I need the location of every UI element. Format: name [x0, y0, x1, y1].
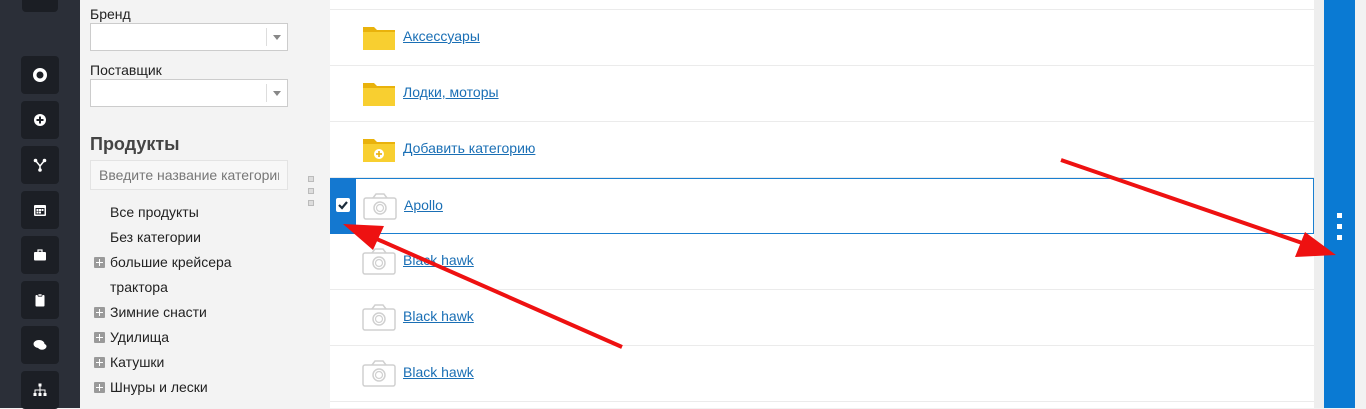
panel-resize-handle[interactable]	[308, 176, 314, 212]
add-button[interactable]	[21, 101, 59, 139]
camera-icon	[362, 248, 396, 275]
structure-button[interactable]	[21, 371, 59, 409]
category-item[interactable]: Удилища	[94, 325, 304, 350]
category-link[interactable]: Аксессуары	[403, 28, 480, 44]
expand-icon[interactable]	[94, 357, 105, 368]
handle-dot	[1337, 235, 1342, 240]
camera-icon	[362, 304, 396, 331]
side-panel-toggle[interactable]	[1324, 0, 1355, 408]
handle-dot	[1337, 213, 1342, 218]
row-checkbox[interactable]	[336, 198, 350, 212]
sitemap-icon	[33, 383, 47, 396]
product-list: Аксессуары Лодки, моторы Добавить катего…	[330, 0, 1314, 408]
expand-icon[interactable]	[94, 307, 105, 318]
chevron-down-icon	[273, 91, 281, 96]
expand-icon[interactable]	[94, 382, 105, 393]
category-item[interactable]: большие крейсера	[94, 250, 304, 275]
add-category-link[interactable]: Добавить категорию	[403, 140, 535, 156]
chat-icon	[33, 340, 47, 350]
calendar-button[interactable]	[21, 191, 59, 229]
plus-circle-icon	[34, 114, 46, 126]
supplier-select[interactable]	[90, 79, 288, 107]
camera-icon	[363, 193, 397, 220]
list-row[interactable]: Black hawk	[330, 346, 1314, 402]
briefcase-icon	[34, 249, 46, 261]
products-title: Продукты	[90, 134, 180, 154]
portfolio-button[interactable]	[21, 236, 59, 274]
supplier-label: Поставщик	[90, 62, 162, 78]
product-link[interactable]: Black hawk	[403, 364, 474, 380]
messages-button[interactable]	[21, 326, 59, 364]
selection-strip	[330, 178, 356, 234]
product-link[interactable]: Black hawk	[403, 252, 474, 268]
list-row[interactable]: Black hawk	[330, 234, 1314, 290]
rail-top-button[interactable]	[22, 0, 58, 12]
expand-icon[interactable]	[94, 257, 105, 268]
brand-label: Бренд	[90, 6, 131, 22]
handle-dot	[1337, 224, 1342, 229]
category-item[interactable]: Зимние снасти	[94, 300, 304, 325]
window-edge	[1355, 0, 1366, 408]
product-link[interactable]: Apollo	[404, 197, 443, 213]
category-item[interactable]: Без категории	[94, 225, 304, 250]
list-row[interactable]: Лодки, моторы	[330, 66, 1314, 122]
lifebuoy-icon	[33, 68, 47, 82]
category-item[interactable]: Все продукты	[94, 200, 304, 225]
checkmark-icon	[338, 201, 348, 210]
brand-select[interactable]	[90, 23, 288, 51]
calendar-icon	[34, 205, 46, 216]
list-row	[330, 0, 1314, 10]
scroll-gutter	[1314, 0, 1324, 408]
clipboard-icon	[35, 293, 45, 307]
category-search-input[interactable]	[90, 160, 288, 190]
list-row-selected[interactable]: Apollo	[330, 178, 1314, 234]
expand-icon[interactable]	[94, 332, 105, 343]
camera-icon	[362, 360, 396, 387]
icon-rail	[0, 0, 80, 409]
category-item[interactable]: Шнуры и лески	[94, 375, 304, 400]
folder-icon	[363, 27, 395, 50]
list-row[interactable]: Аксессуары	[330, 10, 1314, 66]
category-item[interactable]: трактора	[94, 275, 304, 300]
folder-icon	[363, 83, 395, 106]
list-row[interactable]: Black hawk	[330, 290, 1314, 346]
fork-icon	[33, 158, 47, 172]
list-row[interactable]: Добавить категорию	[330, 122, 1314, 178]
category-item[interactable]: Катушки	[94, 350, 304, 375]
folder-add-icon	[363, 139, 395, 162]
filters-panel: Бренд Поставщик Продукты Все продукты Бе…	[80, 0, 330, 408]
clipboard-button[interactable]	[21, 281, 59, 319]
chevron-down-icon	[273, 35, 281, 40]
category-link[interactable]: Лодки, моторы	[403, 84, 499, 100]
category-tree: Все продукты Без категории большие крейс…	[94, 200, 304, 400]
integrations-button[interactable]	[21, 146, 59, 184]
support-button[interactable]	[21, 56, 59, 94]
product-link[interactable]: Black hawk	[403, 308, 474, 324]
